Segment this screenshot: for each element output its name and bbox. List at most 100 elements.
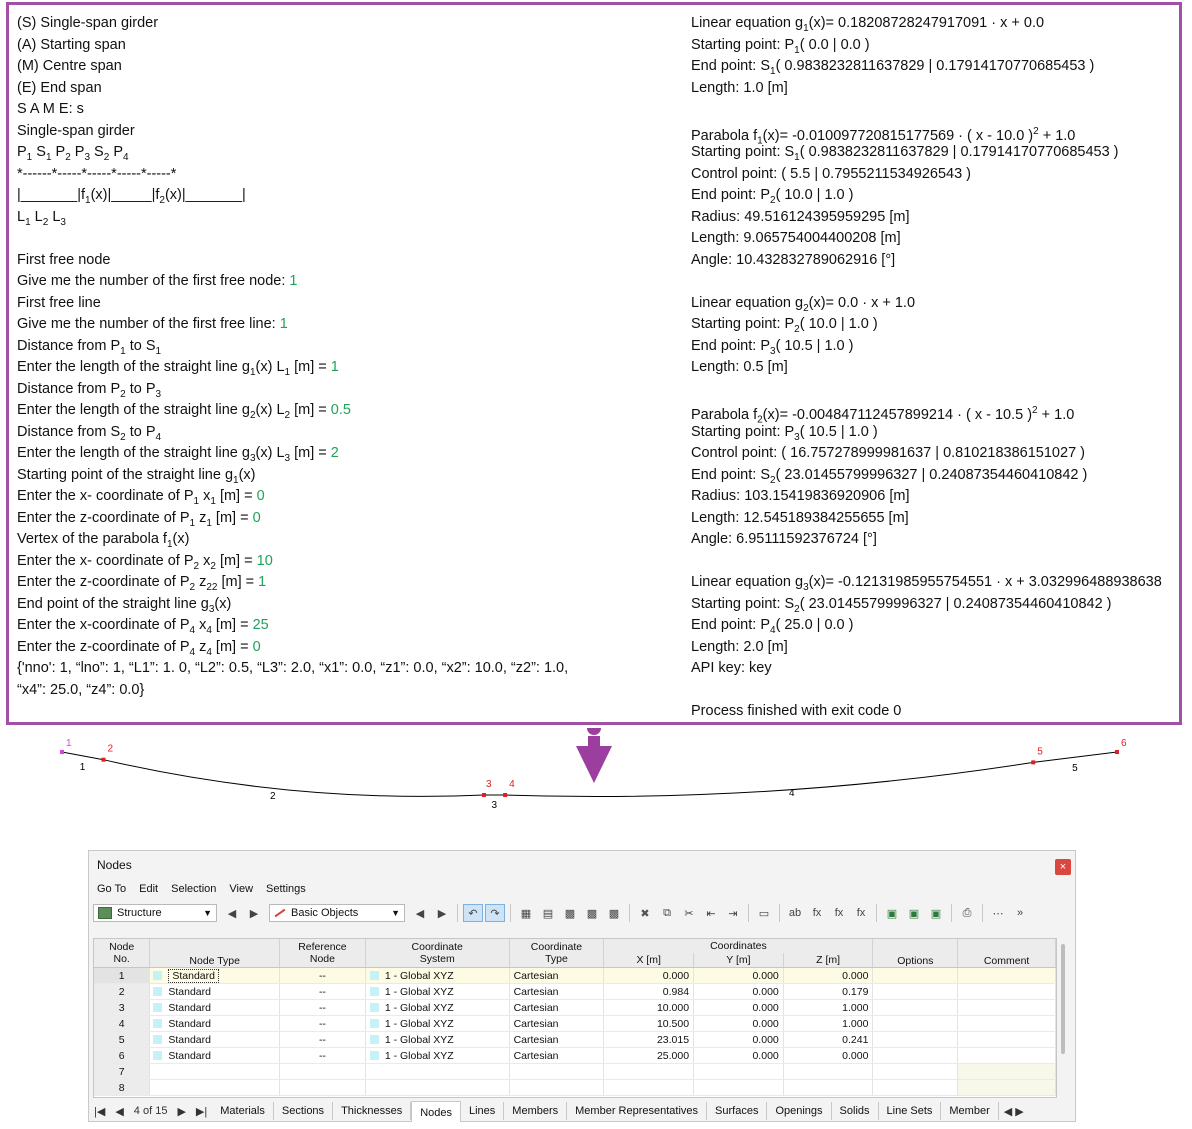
cell-x[interactable]: 10.500 <box>603 1015 695 1032</box>
tab-openings[interactable]: Openings <box>767 1102 832 1120</box>
cell-reference-node[interactable] <box>279 1063 366 1080</box>
xyz-icon[interactable]: ⋯ <box>988 904 1008 922</box>
cell-z[interactable] <box>783 1079 874 1096</box>
cell-comment[interactable] <box>957 1047 1056 1064</box>
tab-line-sets[interactable]: Line Sets <box>879 1102 942 1120</box>
excel-export-icon[interactable]: ▣ <box>926 904 946 922</box>
first-page-icon[interactable]: |◀ <box>89 1105 110 1118</box>
cell-node-type[interactable]: Standard <box>149 999 281 1016</box>
tab-member[interactable]: Member <box>941 1102 999 1120</box>
cell-reference-node[interactable]: -- <box>279 999 366 1016</box>
cell-x[interactable] <box>603 1079 695 1096</box>
cell-coordinate-system[interactable] <box>365 1079 510 1096</box>
ab-icon[interactable]: ab <box>785 904 805 922</box>
cell-x[interactable]: 0.000 <box>603 967 695 984</box>
cell-comment[interactable] <box>957 983 1056 1000</box>
tab-member-representatives[interactable]: Member Representatives <box>567 1102 708 1120</box>
structure-combo[interactable]: Structure ▼ <box>93 904 217 922</box>
print-icon[interactable]: ⎙ <box>957 904 977 922</box>
delete-icon[interactable]: ✖ <box>635 904 655 922</box>
cell-z[interactable]: 0.000 <box>783 1047 874 1064</box>
cell-z[interactable]: 0.179 <box>783 983 874 1000</box>
cell-y[interactable]: 0.000 <box>693 967 784 984</box>
cell-x[interactable] <box>603 1063 695 1080</box>
grid2-icon[interactable]: ▩ <box>582 904 602 922</box>
cell-options[interactable] <box>872 1063 959 1080</box>
close-button[interactable]: × <box>1055 859 1071 875</box>
select-left-icon[interactable]: ↶ <box>463 904 483 922</box>
copy-icon[interactable]: ⧉ <box>657 904 677 922</box>
tab-lines[interactable]: Lines <box>461 1102 505 1120</box>
table-row[interactable]: 1 Standard -- 1 - Global XYZ Cartesian 0.000 0… <box>94 967 1056 984</box>
cell-node-no[interactable]: 4 <box>94 1015 151 1032</box>
cell-y[interactable] <box>693 1063 784 1080</box>
excel-import-icon[interactable]: ▣ <box>904 904 924 922</box>
cell-x[interactable]: 0.984 <box>603 983 695 1000</box>
table-row[interactable]: 3 Standard -- 1 - Global XYZ Cartesian 10.000… <box>94 999 1056 1016</box>
tab-sections[interactable]: Sections <box>274 1102 334 1120</box>
select-right-icon[interactable]: ↷ <box>485 904 505 922</box>
cell-coordinate-system[interactable]: 1 - Global XYZ <box>365 1015 510 1032</box>
cell-node-type[interactable] <box>149 1079 281 1096</box>
cell-reference-node[interactable] <box>279 1079 366 1096</box>
cell-node-type[interactable]: Standard <box>149 983 281 1000</box>
cell-node-no[interactable]: 6 <box>94 1047 151 1064</box>
last-page-icon[interactable]: ▶| <box>191 1105 212 1118</box>
cell-reference-node[interactable]: -- <box>279 1031 366 1048</box>
cell-coordinate-type[interactable] <box>509 1063 605 1080</box>
cell-options[interactable] <box>872 983 959 1000</box>
table-edit-icon[interactable]: ▤ <box>538 904 558 922</box>
grid-icon[interactable]: ▩ <box>560 904 580 922</box>
cell-y[interactable]: 0.000 <box>693 999 784 1016</box>
cell-coordinate-type[interactable]: Cartesian <box>509 967 605 984</box>
table-row[interactable]: 7 <box>94 1063 1056 1080</box>
cell-comment[interactable] <box>957 967 1056 984</box>
cell-node-no[interactable]: 1 <box>94 967 151 984</box>
cell-coordinate-type[interactable] <box>509 1079 605 1096</box>
tab-members[interactable]: Members <box>504 1102 568 1120</box>
menu-edit[interactable]: Edit <box>139 883 158 899</box>
menu-view[interactable]: View <box>229 883 253 899</box>
grid3-icon[interactable]: ▩ <box>604 904 624 922</box>
panel-icon[interactable]: ▭ <box>754 904 774 922</box>
cell-node-type[interactable]: Standard <box>149 1015 281 1032</box>
menu-go-to[interactable]: Go To <box>97 883 126 899</box>
table-row[interactable]: 8 <box>94 1079 1056 1096</box>
cell-options[interactable] <box>872 1015 959 1032</box>
tab-thicknesses[interactable]: Thicknesses <box>333 1102 412 1120</box>
cell-x[interactable]: 25.000 <box>603 1047 695 1064</box>
cell-node-no[interactable]: 5 <box>94 1031 151 1048</box>
next-page-icon[interactable]: ▶ <box>172 1105 190 1118</box>
cell-node-no[interactable]: 2 <box>94 983 151 1000</box>
cell-y[interactable]: 0.000 <box>693 1015 784 1032</box>
cell-coordinate-system[interactable]: 1 - Global XYZ <box>365 1031 510 1048</box>
objects-combo[interactable]: Basic Objects ▼ <box>269 904 405 922</box>
paste-left-icon[interactable]: ⇤ <box>701 904 721 922</box>
cell-coordinate-system[interactable]: 1 - Global XYZ <box>365 999 510 1016</box>
cell-coordinate-type[interactable]: Cartesian <box>509 1015 605 1032</box>
cell-y[interactable]: 0.000 <box>693 1031 784 1048</box>
tab-nodes[interactable]: Nodes <box>411 1100 461 1122</box>
tabs-scroll-icon[interactable]: ◀ ▶ <box>999 1105 1029 1118</box>
table-row[interactable]: 2 Standard -- 1 - Global XYZ Cartesian 0.984 0… <box>94 983 1056 1000</box>
prev-page-icon[interactable]: ◀ <box>110 1105 128 1118</box>
cell-node-no[interactable]: 7 <box>94 1063 151 1080</box>
cell-z[interactable]: 1.000 <box>783 1015 874 1032</box>
paste-right-icon[interactable]: ⇥ <box>723 904 743 922</box>
cell-comment[interactable] <box>957 1015 1056 1032</box>
cell-options[interactable] <box>872 1079 959 1096</box>
cell-x[interactable]: 10.000 <box>603 999 695 1016</box>
table-row[interactable]: 5 Standard -- 1 - Global XYZ Cartesian 23.015… <box>94 1031 1056 1048</box>
menu-settings[interactable]: Settings <box>266 883 306 899</box>
cell-reference-node[interactable]: -- <box>279 1015 366 1032</box>
cell-coordinate-type[interactable]: Cartesian <box>509 1031 605 1048</box>
cell-coordinate-system[interactable] <box>365 1063 510 1080</box>
excel-icon[interactable]: ▣ <box>882 904 902 922</box>
cell-node-no[interactable]: 8 <box>94 1079 151 1096</box>
cell-y[interactable]: 0.000 <box>693 1047 784 1064</box>
vertical-scrollbar[interactable] <box>1061 944 1065 1054</box>
cell-node-type[interactable]: Standard <box>149 1031 281 1048</box>
cell-z[interactable] <box>783 1063 874 1080</box>
cell-reference-node[interactable]: -- <box>279 967 366 984</box>
cell-reference-node[interactable]: -- <box>279 1047 366 1064</box>
